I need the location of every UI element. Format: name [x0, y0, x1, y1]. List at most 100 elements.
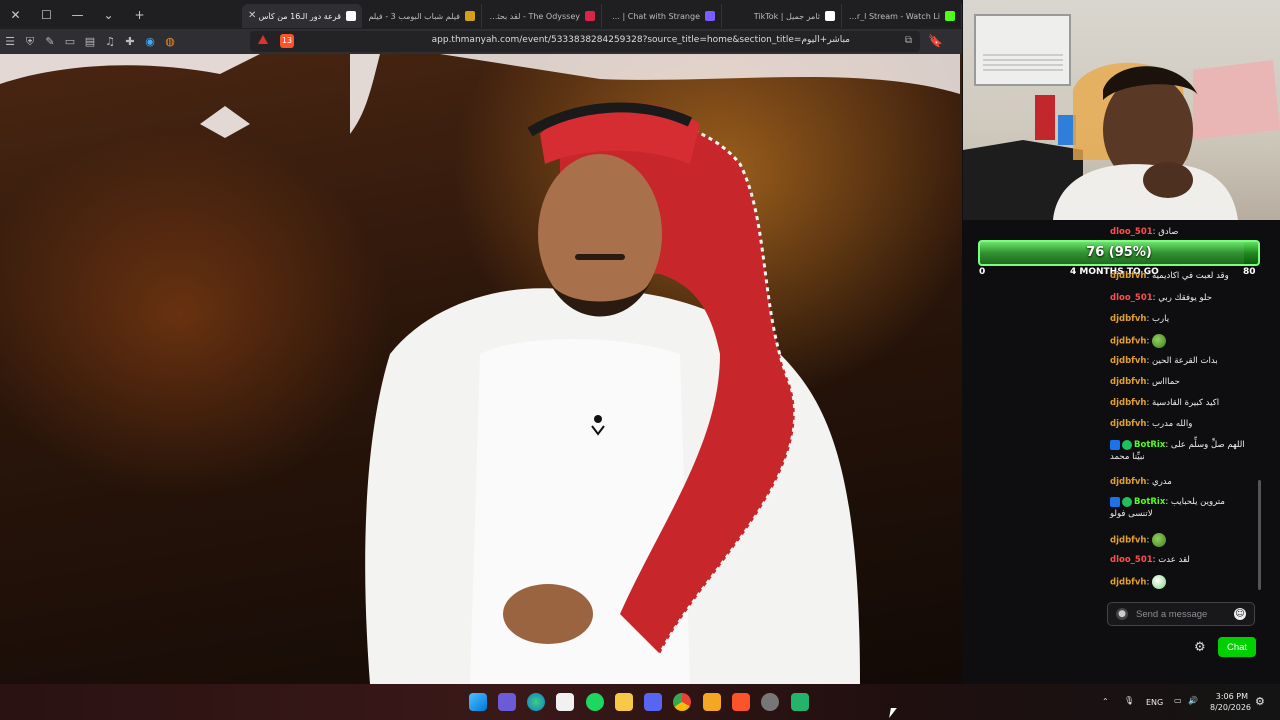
emoji-icon[interactable]: ☺ [1234, 608, 1246, 620]
close-tab-icon[interactable]: ✕ [248, 10, 256, 21]
warning-triangle-icon[interactable] [258, 35, 268, 44]
chat-text: وقد لعبت في اكاديمية [1152, 271, 1229, 281]
shield-icon[interactable]: ⛨ [20, 29, 40, 54]
tab-list-chevron-icon[interactable]: ⌄ [93, 0, 124, 29]
browser-tab[interactable]: ✕ قرعة دور الـ16 من كأس [242, 4, 362, 28]
browser-tab[interactable]: Thamer_l Stream - Watch Li [842, 4, 962, 28]
chat-username[interactable]: dloo_501 [1110, 293, 1153, 303]
browser-toolbar: ☰ ⛨ ✎ ▭ ▤ ♫ ✚ ◉ ◍ 13 app.thmanyah.com/ev… [0, 29, 962, 54]
wifi-icon[interactable]: ◉ [140, 29, 160, 54]
verified-badge-icon [1122, 439, 1132, 450]
edge-icon[interactable] [527, 693, 545, 711]
pepe-emote-icon [1152, 533, 1167, 547]
language-indicator[interactable]: ENG [1146, 698, 1163, 707]
chat-text: صادق [1158, 227, 1179, 237]
calculator-icon[interactable] [556, 693, 574, 711]
chat-username[interactable]: dloo_501 [1110, 555, 1153, 565]
chat-username[interactable]: djdbfvh [1110, 356, 1146, 366]
spotify-icon[interactable] [586, 693, 604, 711]
address-bar[interactable]: 13 app.thmanyah.com/event/53338382842593… [250, 31, 920, 52]
chat-badge-icon[interactable]: ● [1116, 608, 1128, 620]
chat-input-box[interactable]: ● ☺ [1107, 602, 1255, 626]
chat-username[interactable]: djdbfvh [1110, 271, 1146, 281]
browser-tab[interactable]: ثامر جميل | TikTok [722, 4, 842, 28]
chat-message: dloo_501: لقد عدت [1110, 554, 1250, 566]
browser-tab[interactable]: Umingle | Chat with Strange [602, 4, 722, 28]
chat-username[interactable]: djdbfvh [1110, 314, 1146, 324]
install-app-icon[interactable]: ⧉ [905, 35, 912, 46]
chat-message: djdbfvh: يارب [1110, 313, 1250, 325]
streamer-webcam [963, 0, 1280, 220]
obs-icon[interactable] [761, 693, 779, 711]
browser-tab[interactable]: فيلم شباب البومب 3 - فيلم [362, 4, 482, 28]
chat-username[interactable]: BotRix [1134, 440, 1165, 450]
brave-shields-icon[interactable]: 13 [280, 34, 294, 48]
close-window-icon[interactable]: ✕ [0, 0, 31, 29]
chat-username[interactable]: djdbfvh [1110, 419, 1146, 429]
brave-browser-icon[interactable] [732, 693, 750, 711]
tab-title: ثامر جميل | TikTok [753, 11, 820, 21]
extensions-icon[interactable]: ✚ [120, 29, 140, 54]
browser-tab[interactable]: The Odyssey - لقد بحثت عن [482, 4, 602, 28]
chat-scrollbar[interactable] [1258, 480, 1261, 590]
ad-block-icon[interactable]: ◍ [160, 29, 180, 54]
chat-message: djdbfvh: حماااس [1110, 376, 1250, 388]
chat-message: djdbfvh: والله مدرب [1110, 418, 1250, 430]
tab-strip: ✕ ☐ — ⌄ + Thamer_l Stream - Watch Li ثامر… [0, 0, 962, 29]
chat-username[interactable]: djdbfvh [1110, 337, 1146, 347]
chat-message: BotRix: متروين يلحبايب لاتنسى فولو [1110, 496, 1250, 520]
chat-message: djdbfvh: وقد لعبت في اكاديمية [1110, 270, 1250, 282]
clock-time[interactable]: 3:06 PM [1210, 692, 1248, 701]
chat-username[interactable]: dloo_501 [1110, 227, 1153, 237]
chat-message: djdbfvh: [1110, 334, 1250, 348]
film-icon [465, 11, 475, 21]
clock-date[interactable]: 8/20/2026 [1210, 703, 1251, 712]
tiktok-icon [825, 11, 835, 21]
odyssey-icon [585, 11, 595, 21]
tab-title: The Odyssey - لقد بحثت عن [488, 11, 580, 21]
video-player[interactable] [0, 54, 962, 684]
chat-username[interactable]: djdbfvh [1110, 398, 1146, 408]
discord-icon[interactable] [644, 693, 662, 711]
chat-text: والله مدرب [1152, 419, 1193, 429]
thmanyah-icon [346, 11, 356, 21]
network-icon[interactable]: ▭ [1174, 696, 1182, 705]
folder-app-icon[interactable] [703, 693, 721, 711]
chat-message: BotRix: اللهم صلِّ وسلِّم على نبيِّنا مح… [1110, 439, 1250, 463]
chat-username[interactable]: djdbfvh [1110, 536, 1146, 546]
chat-message: dloo_501: صادق [1110, 226, 1250, 238]
send-chat-button[interactable]: Chat [1218, 637, 1256, 657]
bookmarks-panel-icon[interactable]: ▤ [80, 29, 100, 54]
app-icon[interactable] [791, 693, 809, 711]
tray-chevron-icon[interactable]: ⌃ [1102, 697, 1109, 706]
menu-icon[interactable]: ☰ [0, 29, 20, 54]
chat-text: يارب [1152, 314, 1170, 324]
notifications-icon[interactable]: ⚙ [1255, 695, 1265, 708]
chat-message: djdbfvh: اكيد كبيرة القادسية [1110, 397, 1250, 409]
chat-username[interactable]: djdbfvh [1110, 477, 1146, 487]
new-tab-plus-icon[interactable]: + [124, 0, 155, 29]
chrome-icon[interactable] [673, 693, 691, 711]
sidebar-icon[interactable]: ▭ [60, 29, 80, 54]
tab-title: قرعة دور الـ16 من كأس [258, 11, 341, 21]
minimize-window-icon[interactable]: — [62, 0, 93, 29]
url-text[interactable]: app.thmanyah.com/event/5333838284259328?… [432, 35, 850, 45]
volume-icon[interactable]: 🔊 [1188, 696, 1198, 705]
start-windows-icon[interactable] [469, 693, 487, 711]
chat-settings-gear-icon[interactable]: ⚙ [1194, 640, 1206, 655]
chat-username[interactable]: djdbfvh [1110, 377, 1146, 387]
ghost-emote-icon [1152, 575, 1167, 589]
chat-text: حماااس [1152, 377, 1180, 387]
bookmark-icon[interactable]: 🔖 [928, 34, 943, 48]
microphone-icon[interactable]: 🎙 [1124, 696, 1134, 705]
chat-message: djdbfvh: [1110, 575, 1250, 589]
music-icon[interactable]: ♫ [100, 29, 120, 54]
chat-message-input[interactable] [1136, 606, 1231, 622]
chat-username[interactable]: BotRix [1134, 497, 1165, 507]
file-explorer-icon[interactable] [615, 693, 633, 711]
chat-text: لقد عدت [1158, 555, 1190, 565]
chat-username[interactable]: djdbfvh [1110, 578, 1146, 588]
maximize-window-icon[interactable]: ☐ [31, 0, 62, 29]
teams-icon[interactable] [498, 693, 516, 711]
pin-icon[interactable]: ✎ [40, 29, 60, 54]
